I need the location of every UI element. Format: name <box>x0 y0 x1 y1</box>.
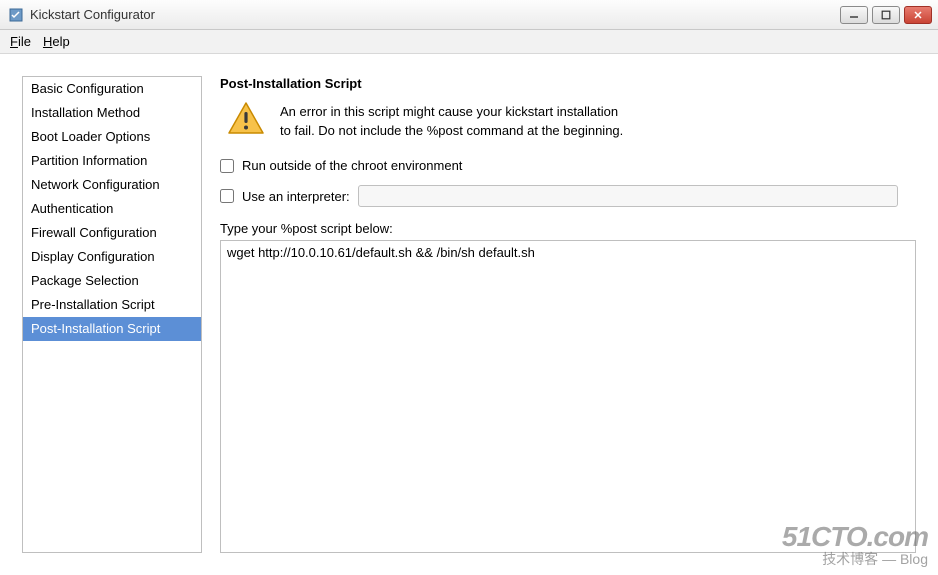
sidebar-item-network-configuration[interactable]: Network Configuration <box>23 173 201 197</box>
window-title: Kickstart Configurator <box>30 7 840 22</box>
window-controls <box>840 6 932 24</box>
script-label: Type your %post script below: <box>220 221 916 236</box>
menu-file-rest: ile <box>18 34 31 49</box>
sidebar[interactable]: Basic ConfigurationInstallation MethodBo… <box>22 76 202 553</box>
main-panel: Post-Installation Script An error in thi… <box>220 76 916 553</box>
menu-file[interactable]: File <box>10 34 31 49</box>
menu-bar: File Help <box>0 30 938 54</box>
sidebar-item-package-selection[interactable]: Package Selection <box>23 269 201 293</box>
section-title: Post-Installation Script <box>220 76 916 91</box>
interpreter-label: Use an interpreter: <box>242 189 350 204</box>
warning-row: An error in this script might cause your… <box>220 99 916 142</box>
chroot-checkbox[interactable] <box>220 159 234 173</box>
content-area: Basic ConfigurationInstallation MethodBo… <box>0 54 938 575</box>
sidebar-item-firewall-configuration[interactable]: Firewall Configuration <box>23 221 201 245</box>
menu-help[interactable]: Help <box>43 34 70 49</box>
maximize-button[interactable] <box>872 6 900 24</box>
warning-line2: to fail. Do not include the %post comman… <box>280 122 623 141</box>
warning-line1: An error in this script might cause your… <box>280 103 623 122</box>
sidebar-item-partition-information[interactable]: Partition Information <box>23 149 201 173</box>
title-bar: Kickstart Configurator <box>0 0 938 30</box>
minimize-button[interactable] <box>840 6 868 24</box>
app-icon <box>8 7 24 23</box>
interpreter-input[interactable] <box>358 185 898 207</box>
sidebar-item-authentication[interactable]: Authentication <box>23 197 201 221</box>
interpreter-checkbox[interactable] <box>220 189 234 203</box>
interpreter-row: Use an interpreter: <box>220 185 916 207</box>
sidebar-item-display-configuration[interactable]: Display Configuration <box>23 245 201 269</box>
menu-help-rest: elp <box>52 34 69 49</box>
close-button[interactable] <box>904 6 932 24</box>
sidebar-item-basic-configuration[interactable]: Basic Configuration <box>23 77 201 101</box>
chroot-label: Run outside of the chroot environment <box>242 158 462 173</box>
script-textarea[interactable] <box>220 240 916 553</box>
sidebar-item-pre-installation-script[interactable]: Pre-Installation Script <box>23 293 201 317</box>
chroot-row[interactable]: Run outside of the chroot environment <box>220 158 916 173</box>
sidebar-item-boot-loader-options[interactable]: Boot Loader Options <box>23 125 201 149</box>
warning-text: An error in this script might cause your… <box>280 99 623 141</box>
sidebar-item-installation-method[interactable]: Installation Method <box>23 101 201 125</box>
sidebar-item-post-installation-script[interactable]: Post-Installation Script <box>23 317 201 341</box>
warning-icon <box>226 99 266 142</box>
